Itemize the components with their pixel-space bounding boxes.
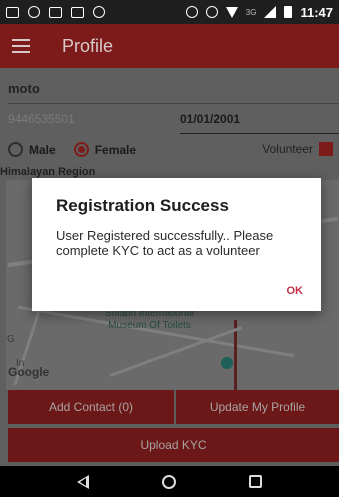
volunteer-toggle[interactable]: Volunteer — [262, 142, 333, 156]
map-pin-icon[interactable] — [221, 357, 233, 369]
gender-selector: Male Female — [8, 142, 136, 157]
update-profile-button[interactable]: Update My Profile — [176, 390, 339, 424]
app-notification-icon — [93, 6, 105, 18]
flag-icon — [71, 6, 84, 18]
home-icon[interactable] — [161, 474, 176, 489]
app-bar: Profile — [0, 24, 339, 68]
volunteer-checkbox[interactable] — [319, 142, 333, 156]
map-place-label: Sulabh International Museum Of Toilets — [105, 308, 194, 331]
map-edge-label: G — [7, 334, 15, 345]
google-logo: Google — [8, 365, 50, 379]
hamburger-menu-icon[interactable] — [12, 39, 30, 53]
male-label: Male — [29, 142, 56, 157]
recent-apps-icon[interactable] — [249, 475, 263, 488]
back-icon[interactable] — [76, 474, 89, 489]
dialog-title: Registration Success — [56, 196, 229, 215]
action-buttons: Add Contact (0) Update My Profile — [8, 390, 339, 424]
dialog-message: User Registered successfully.. Please co… — [56, 228, 274, 258]
ok-button[interactable]: OK — [287, 285, 304, 297]
image-icon — [49, 6, 62, 18]
dob-field[interactable]: 01/01/2001 — [180, 112, 339, 134]
location-label: Himalayan Region — [0, 166, 96, 178]
female-label: Female — [94, 142, 137, 157]
status-time: 11:47 — [300, 4, 333, 20]
registration-success-dialog: Registration Success User Registered suc… — [32, 178, 321, 311]
network-type-label: 3G — [245, 7, 257, 17]
name-field[interactable]: moto — [8, 78, 339, 104]
page-title: Profile — [62, 35, 114, 56]
add-contact-button[interactable]: Add Contact (0) — [8, 390, 174, 424]
phone-field[interactable]: 9446535501 — [8, 112, 168, 126]
system-nav-bar — [0, 466, 339, 497]
status-bar: 3G 11:47 — [0, 0, 339, 24]
upload-kyc-button[interactable]: Upload KYC — [8, 428, 339, 462]
alarm-icon — [28, 6, 40, 18]
volunteer-label: Volunteer — [262, 142, 313, 156]
female-radio[interactable] — [73, 142, 89, 157]
message-icon — [6, 6, 19, 18]
status-icons-left — [6, 6, 105, 18]
battery-icon — [284, 6, 293, 18]
signal-icon — [264, 6, 277, 18]
location-icon — [185, 6, 198, 18]
status-icons-right: 3G 11:47 — [185, 4, 333, 20]
male-radio[interactable] — [8, 142, 23, 157]
wifi-icon — [225, 6, 238, 18]
alarm-clock-icon — [205, 6, 218, 18]
